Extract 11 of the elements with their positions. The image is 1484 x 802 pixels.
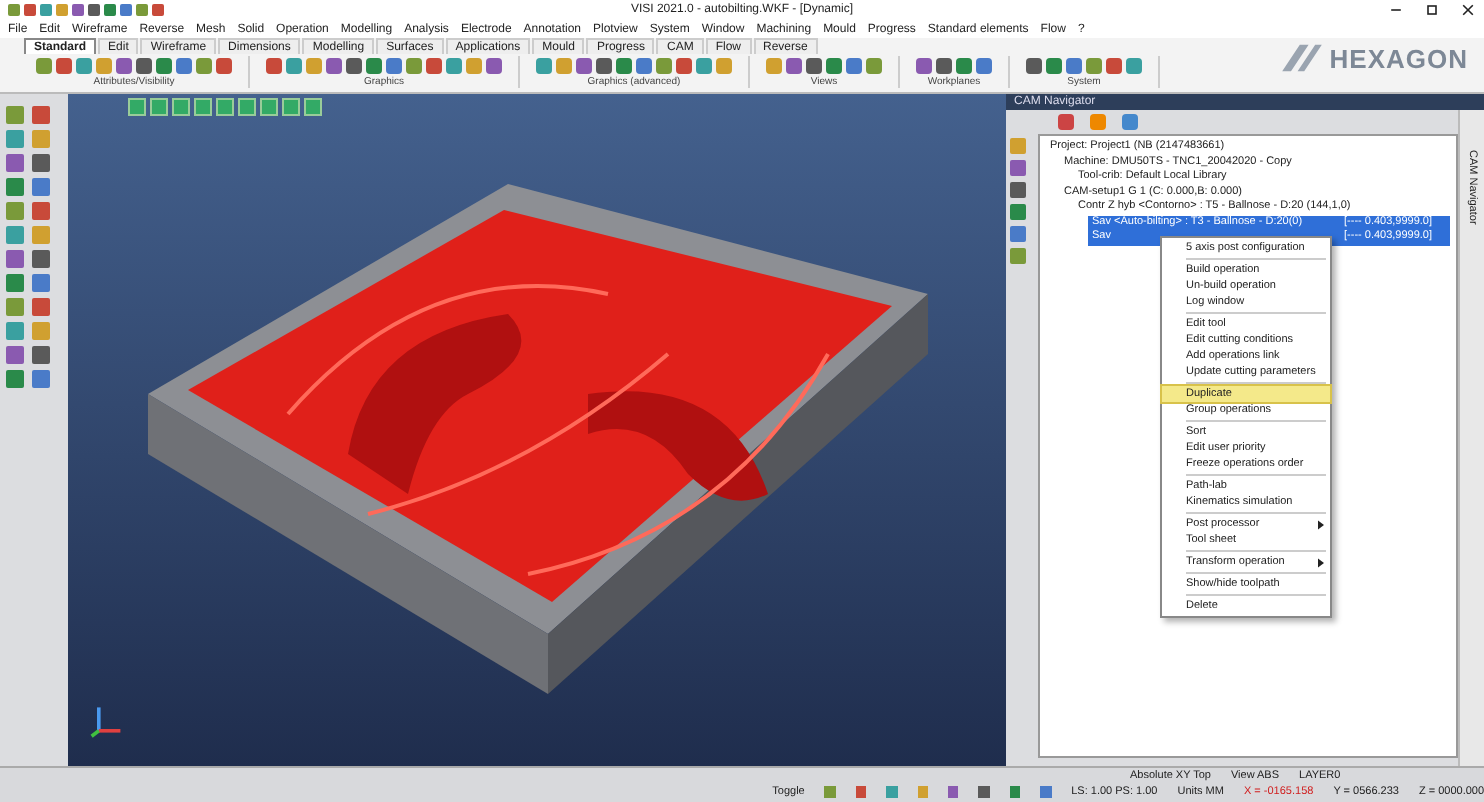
tool-icon[interactable] [917,786,928,798]
restore-icon[interactable] [1423,2,1440,18]
tool-icon[interactable] [855,786,867,798]
close-icon[interactable] [1459,2,1476,18]
submenu-arrow-icon [1318,557,1324,567]
axis-triad-icon [88,702,124,738]
tool-icon[interactable] [948,786,959,798]
logo-icon [1279,42,1324,74]
tool-icon[interactable] [1009,786,1021,798]
logo: HEXAGON [1279,42,1468,74]
submenu-arrow-icon [1318,519,1324,529]
